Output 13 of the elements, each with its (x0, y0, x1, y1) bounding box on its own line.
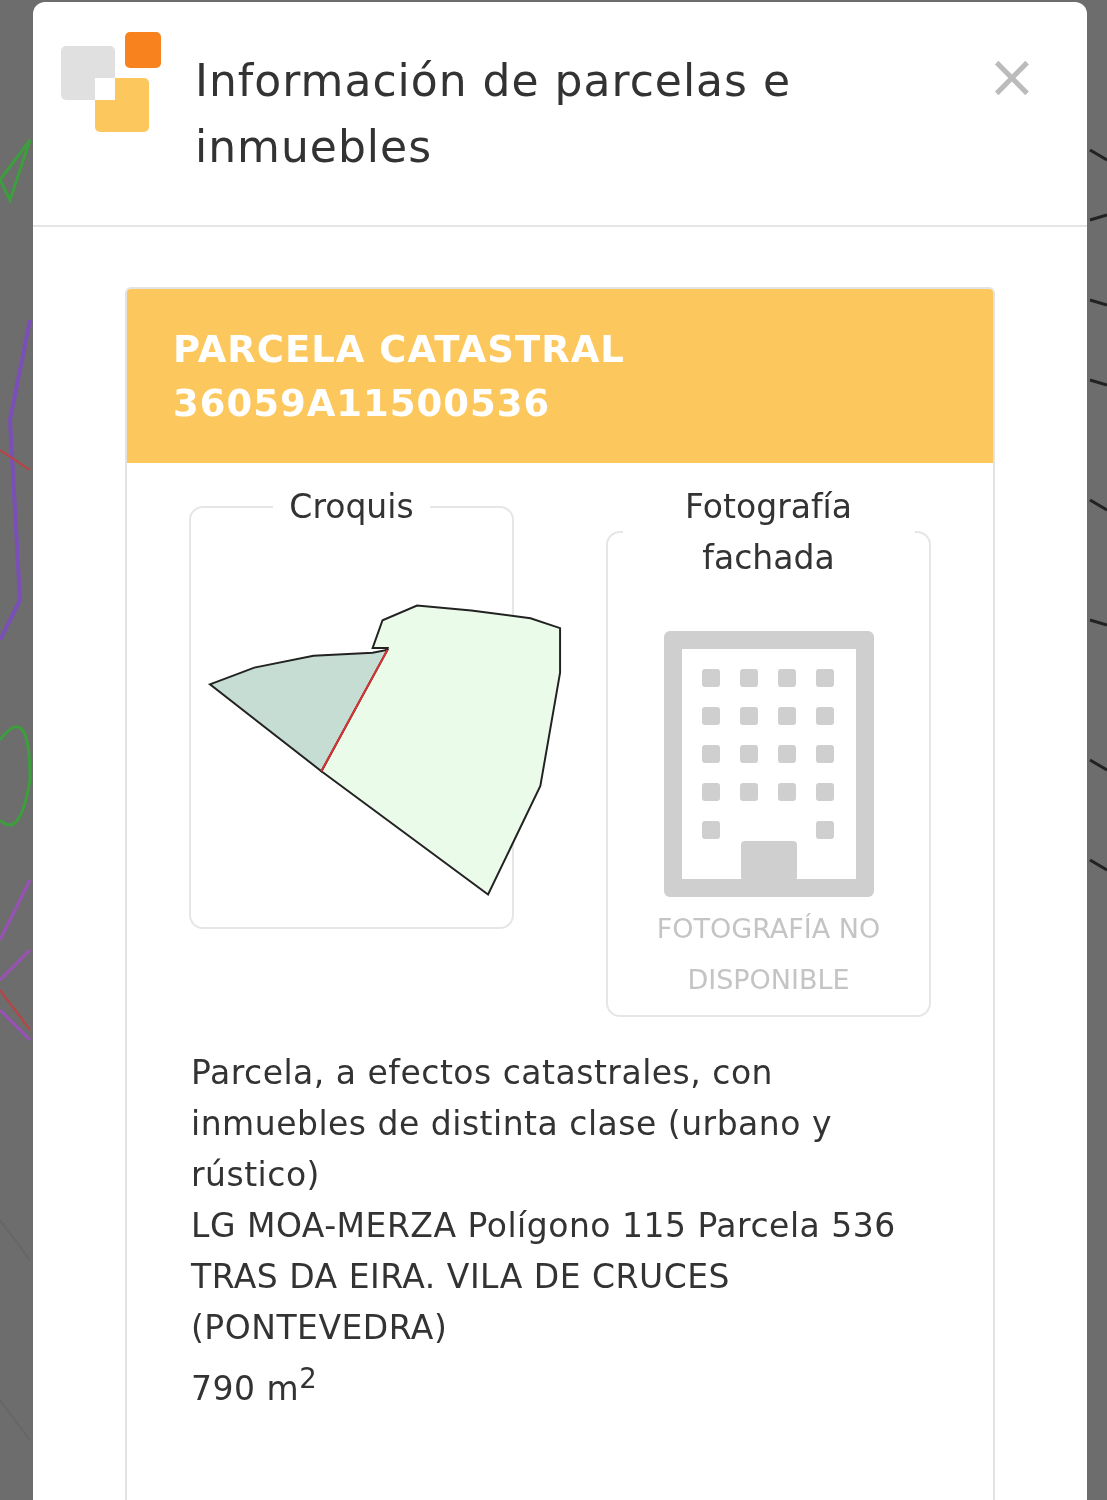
sketch-legend: Croquis (273, 481, 430, 532)
photo-unavailable-message: FOTOGRAFÍA NO DISPONIBLE (655, 912, 882, 997)
photo-legend: Fotografía fachada (622, 481, 915, 583)
building-icon (663, 631, 874, 897)
close-button[interactable]: × (976, 46, 1047, 106)
parcel-detail: 790 m$^{2}$ (191, 1361, 319, 1410)
logo-icon (61, 32, 161, 134)
parcel-detail: Parcela, a efectos catastrales, con inmuebles de distinta clase (urbano y rústico) (191, 1052, 833, 1196)
parcel-detail: LG MOA-MERZA Polígono 115 Parcela 536 (191, 1205, 897, 1247)
dialog-title: Información de parcelas e inmuebles (195, 54, 793, 174)
parcel-reference: 36059A11500536 (173, 381, 552, 427)
parcel-title: PARCELA CATASTRAL (173, 327, 626, 373)
parcel-detail: TRAS DA EIRA. VILA DE CRUCES (PONTEVEDRA) (191, 1256, 732, 1349)
